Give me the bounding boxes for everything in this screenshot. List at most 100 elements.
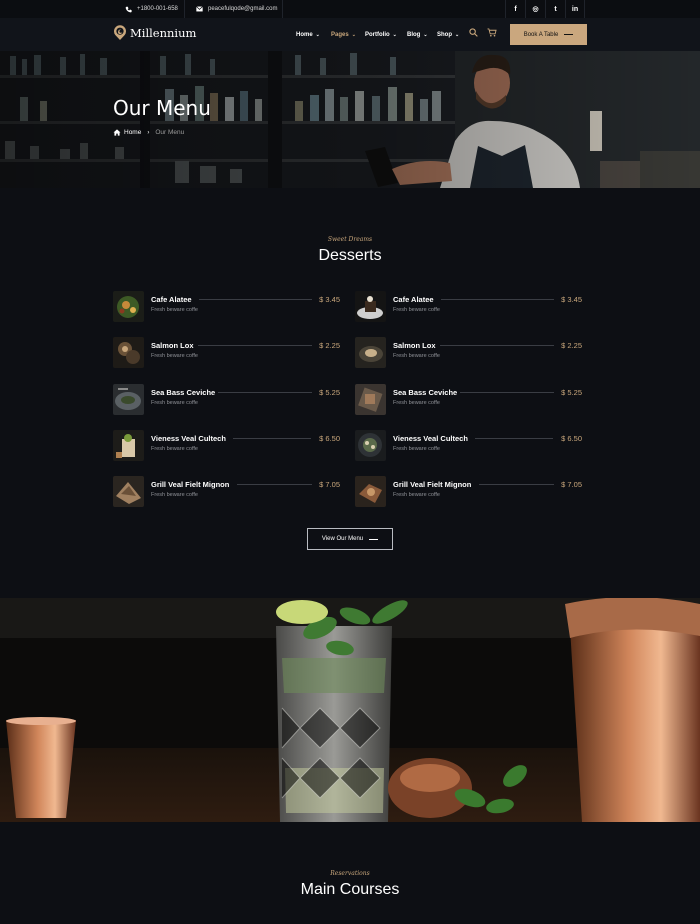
dish-name: Vieness Veal Cultech	[393, 434, 468, 443]
dish-description: Fresh beware coffe	[393, 307, 440, 313]
section-title: Main Courses	[300, 881, 400, 898]
dish-price: $ 2.25	[561, 341, 582, 350]
nav-blog[interactable]: Blog ⌄	[407, 18, 428, 51]
dish-price: $ 5.25	[319, 388, 340, 397]
topbar-divider	[282, 0, 283, 18]
dish-image	[355, 337, 386, 368]
nav-label: Home	[296, 31, 313, 38]
menu-item[interactable]: Salmon Lox $ 2.25 Fresh beware coffe	[355, 337, 582, 369]
logo[interactable]: Millennium	[113, 25, 196, 41]
view-menu-button[interactable]: View Our Menu	[307, 528, 393, 550]
chevron-down-icon: ⌄	[315, 31, 320, 38]
dish-image	[113, 337, 144, 368]
leader-line	[440, 345, 554, 346]
phone-icon	[125, 6, 132, 13]
twitter-icon[interactable]: t	[545, 0, 565, 18]
topbar-divider	[184, 0, 185, 18]
book-table-button[interactable]: Book A Table	[510, 24, 587, 45]
nav-home[interactable]: Home ⌄	[296, 18, 320, 51]
chevron-down-icon: ⌄	[392, 31, 397, 38]
menu-item[interactable]: Grill Veal Fielt Mignon $ 7.05 Fresh bew…	[113, 476, 340, 508]
leader-line	[233, 438, 311, 439]
nav-shop[interactable]: Shop ⌄	[437, 18, 459, 51]
leader-line	[218, 392, 312, 393]
dish-price: $ 6.50	[561, 434, 582, 443]
view-menu-label: View Our Menu	[321, 536, 364, 542]
dish-price: $ 3.45	[561, 295, 582, 304]
dish-image	[113, 430, 144, 461]
page-title: Our Menu	[113, 96, 211, 120]
leader-line	[460, 392, 554, 393]
top-bar: +1800-001-658 peacefulqode@gmail.com f ◎…	[0, 0, 700, 18]
leader-line	[479, 484, 554, 485]
dish-price: $ 7.05	[319, 480, 340, 489]
dish-description: Fresh beware coffe	[151, 400, 198, 406]
bar-photo	[0, 51, 700, 188]
dish-image	[355, 291, 386, 322]
menu-item[interactable]: Sea Bass Ceviche $ 5.25 Fresh beware cof…	[355, 384, 582, 416]
envelope-icon	[196, 6, 203, 12]
leader-line	[441, 299, 554, 300]
dish-image	[355, 430, 386, 461]
menu-item[interactable]: Salmon Lox $ 2.25 Fresh beware coffe	[113, 337, 340, 369]
nav-pages[interactable]: Pages ⌄	[331, 18, 356, 51]
breadcrumb: Home › Our Menu	[113, 129, 184, 136]
book-table-label: Book A Table	[523, 31, 559, 38]
search-icon[interactable]	[469, 28, 478, 37]
phone-info[interactable]: +1800-001-658	[125, 0, 178, 18]
cocktail-photo	[0, 598, 700, 822]
cart-icon[interactable]	[487, 28, 497, 37]
logo-icon	[114, 25, 126, 40]
section-kicker: Reservations	[330, 870, 370, 877]
facebook-icon[interactable]: f	[505, 0, 525, 18]
dish-name: Cafe Alatee	[151, 295, 192, 304]
section-kicker: Sweet Dreams	[327, 236, 373, 243]
breadcrumb-current: Our Menu	[155, 129, 185, 136]
home-icon	[113, 129, 121, 136]
linkedin-icon[interactable]: in	[565, 0, 585, 18]
dish-name: Salmon Lox	[393, 341, 436, 350]
nav-portfolio[interactable]: Portfolio ⌄	[365, 18, 397, 51]
chevron-right-icon: ›	[147, 129, 150, 136]
dish-description: Fresh beware coffe	[393, 400, 440, 406]
leader-line	[475, 438, 553, 439]
email-info[interactable]: peacefulqode@gmail.com	[196, 0, 277, 18]
dish-image	[113, 476, 144, 507]
instagram-icon[interactable]: ◎	[525, 0, 545, 18]
breadcrumb-home[interactable]: Home	[124, 129, 141, 136]
dish-image	[113, 384, 144, 415]
nav-label: Pages	[331, 31, 349, 38]
dish-description: Fresh beware coffe	[393, 446, 440, 452]
email-address: peacefulqode@gmail.com	[208, 6, 278, 12]
dish-price: $ 2.25	[319, 341, 340, 350]
leader-line	[237, 484, 312, 485]
dish-image	[113, 291, 144, 322]
dish-price: $ 6.50	[319, 434, 340, 443]
dash-icon	[564, 34, 574, 35]
menu-item[interactable]: Vieness Veal Cultech $ 6.50 Fresh beware…	[355, 430, 582, 462]
dish-description: Fresh beware coffe	[151, 492, 198, 498]
dish-name: Sea Bass Ceviche	[393, 388, 458, 397]
dish-description: Fresh beware coffe	[151, 353, 198, 359]
chevron-down-icon: ⌄	[351, 31, 356, 38]
menu-item[interactable]: Cafe Alatee $ 3.45 Fresh beware coffe	[113, 291, 340, 323]
dish-image	[355, 384, 386, 415]
nav-label: Portfolio	[365, 31, 390, 38]
menu-item[interactable]: Cafe Alatee $ 3.45 Fresh beware coffe	[355, 291, 582, 323]
dish-description: Fresh beware coffe	[393, 353, 440, 359]
dish-name: Vieness Veal Cultech	[151, 434, 226, 443]
main-header: Millennium Home ⌄ Pages ⌄ Portfolio ⌄ Blog ⌄…	[0, 18, 700, 51]
dish-name: Grill Veal Fielt Mignon	[393, 480, 472, 489]
dish-price: $ 5.25	[561, 388, 582, 397]
nav-label: Blog	[407, 31, 421, 38]
menu-item[interactable]: Vieness Veal Cultech $ 6.50 Fresh beware…	[113, 430, 340, 462]
phone-number: +1800-001-658	[137, 6, 178, 12]
dish-name: Salmon Lox	[151, 341, 194, 350]
menu-item[interactable]: Grill Veal Fielt Mignon $ 7.05 Fresh bew…	[355, 476, 582, 508]
dish-description: Fresh beware coffe	[151, 307, 198, 313]
logo-text: Millennium	[130, 26, 197, 40]
dish-description: Fresh beware coffe	[151, 446, 198, 452]
chevron-down-icon: ⌄	[455, 31, 460, 38]
menu-item[interactable]: Sea Bass Ceviche $ 5.25 Fresh beware cof…	[113, 384, 340, 416]
dish-name: Grill Veal Fielt Mignon	[151, 480, 230, 489]
